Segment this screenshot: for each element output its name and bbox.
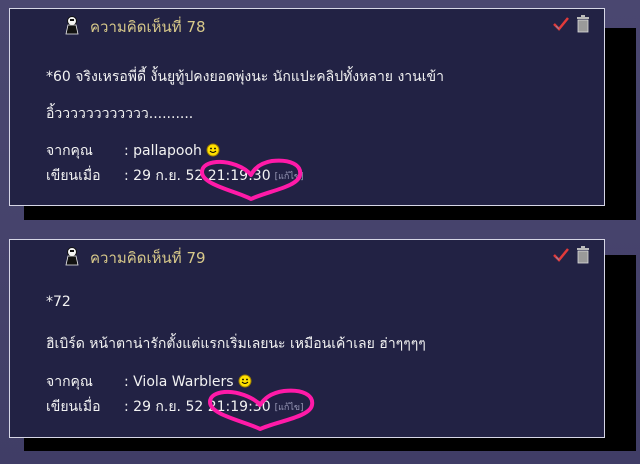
author-label: จากคุณ [46, 143, 93, 159]
user-avatar-icon [62, 15, 82, 39]
comment-actions [552, 15, 590, 37]
trash-icon[interactable] [576, 246, 590, 268]
author-row: จากคุณ : pallapooh [46, 140, 220, 162]
comment-header: ความคิดเห็นที่ 78 [62, 16, 206, 38]
comment-text-line: ฮิเบิร์ด หน้าตาน่ารักตั้งแต่แรกเริ่มเลยน… [46, 336, 426, 352]
comment-text-line: อิ้วววววววววววว.......... [46, 106, 194, 122]
date-row: เขียนเมื่อ : 29 ก.ย. 52 21:19:30 [แก้ไข] [46, 396, 304, 418]
smiley-icon [238, 374, 252, 392]
comment-card: ความคิดเห็นที่ 79 *72 ฮิเบิร์ด หน้าตาน่า… [9, 239, 605, 438]
date-value: : 29 ก.ย. 52 21:19:30 [124, 399, 271, 415]
author-name: : Viola Warblers [124, 374, 234, 390]
user-avatar-icon [62, 246, 82, 270]
author-label: จากคุณ [46, 374, 93, 390]
edit-link[interactable]: [แก้ไข] [275, 403, 304, 413]
edit-link[interactable]: [แก้ไข] [275, 172, 304, 182]
comment-header: ความคิดเห็นที่ 79 [62, 247, 206, 269]
date-label: เขียนเมื่อ [46, 399, 101, 415]
date-value: : 29 ก.ย. 52 21:19:30 [124, 168, 271, 184]
comment-text-line: *60 จริงเหรอพี่ดี้ งั้นยูทู้ปคงยอดพุ่งนะ… [46, 69, 444, 85]
comment-title: ความคิดเห็นที่ 78 [90, 18, 206, 36]
author-row: จากคุณ : Viola Warblers [46, 371, 252, 393]
smiley-icon [206, 143, 220, 161]
comment-card: ความคิดเห็นที่ 78 *60 จริงเหรอพี่ดี้ งั้… [9, 8, 605, 206]
date-row: เขียนเมื่อ : 29 ก.ย. 52 21:19:30 [แก้ไข] [46, 165, 304, 187]
approve-check-icon[interactable] [552, 247, 570, 267]
comment-actions [552, 246, 590, 268]
comment-text-line: *72 [46, 294, 71, 310]
date-label: เขียนเมื่อ [46, 168, 101, 184]
author-name: : pallapooh [124, 143, 202, 159]
comment-title: ความคิดเห็นที่ 79 [90, 249, 206, 267]
approve-check-icon[interactable] [552, 16, 570, 36]
trash-icon[interactable] [576, 15, 590, 37]
